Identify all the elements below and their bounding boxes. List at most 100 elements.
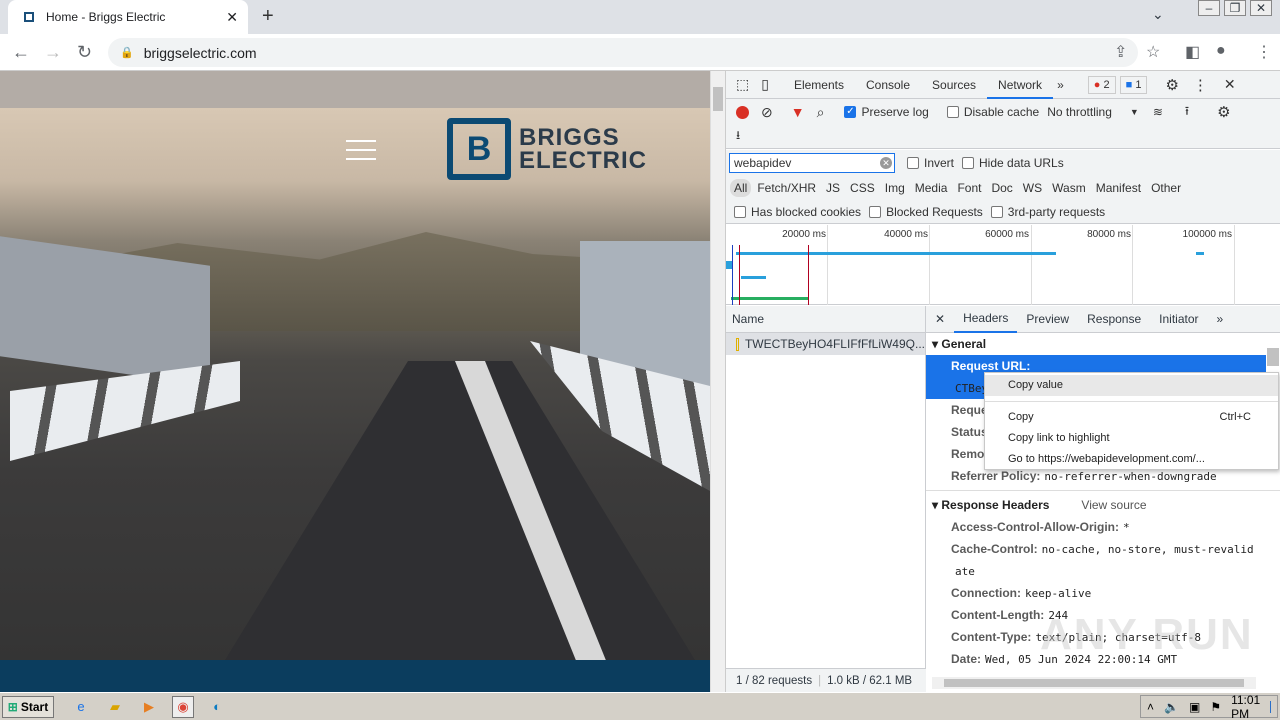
timeline-tick: 100000 ms [1182, 229, 1232, 240]
type-filter-fetch-xhr[interactable]: Fetch/XHR [753, 179, 820, 197]
throttling-select[interactable]: No throttling [1047, 105, 1112, 119]
type-filter-css[interactable]: CSS [846, 179, 879, 197]
close-details-icon[interactable]: ✕ [926, 307, 954, 332]
type-filter-ws[interactable]: WS [1019, 179, 1046, 197]
type-filter-media[interactable]: Media [911, 179, 952, 197]
hamburger-menu-icon[interactable] [346, 140, 376, 160]
close-tab-icon[interactable]: ✕ [226, 9, 238, 26]
chrome-icon[interactable]: ◉ [172, 695, 194, 718]
forward-icon[interactable]: → [44, 42, 62, 63]
tab-search-chevron-icon[interactable]: ⌄ [1152, 6, 1164, 23]
share-icon[interactable]: ⇪ [1114, 42, 1127, 62]
tab-console[interactable]: Console [855, 71, 921, 99]
favicon-icon [24, 12, 34, 22]
type-filter-img[interactable]: Img [881, 179, 909, 197]
header-row[interactable]: Cache-Control: no-cache, no-store, must-r… [926, 538, 1266, 560]
search-icon[interactable]: ⌕ [817, 104, 825, 121]
view-source-link[interactable]: View source [1081, 498, 1146, 512]
page-scrollbar[interactable] [710, 71, 725, 692]
type-filter-manifest[interactable]: Manifest [1092, 179, 1145, 197]
menu-item-copy[interactable]: Copy Ctrl+C [985, 407, 1278, 428]
type-filter-doc[interactable]: Doc [987, 179, 1016, 197]
network-conditions-icon[interactable]: ≋ [1153, 105, 1163, 119]
media-player-icon[interactable]: ▶ [138, 696, 160, 718]
network-overview-timeline[interactable]: 20000 ms 40000 ms 60000 ms 80000 ms 1000… [726, 225, 1280, 305]
details-horizontal-scrollbar[interactable] [932, 677, 1256, 689]
message-badge[interactable]: ■ 1 [1119, 75, 1148, 94]
filter-icon[interactable]: ▼ [791, 104, 805, 120]
menu-item-copy-value[interactable]: Copy value [985, 375, 1278, 396]
back-icon[interactable]: ← [12, 42, 30, 63]
header-row[interactable]: ate [926, 560, 1266, 582]
tab-preview[interactable]: Preview [1017, 307, 1078, 332]
has-blocked-cookies-checkbox[interactable] [734, 205, 746, 218]
tab-initiator[interactable]: Initiator [1150, 307, 1207, 332]
restore-button[interactable]: ❐ [1224, 0, 1246, 16]
ie-icon[interactable]: e [70, 696, 92, 718]
type-filter-font[interactable]: Font [953, 179, 985, 197]
header-row[interactable]: Access-Control-Allow-Origin: * [926, 516, 1266, 538]
type-filter-all[interactable]: All [730, 179, 752, 197]
invert-checkbox[interactable] [907, 157, 919, 169]
clear-filter-icon[interactable]: ✕ [880, 157, 892, 169]
minimize-button[interactable]: – [1198, 0, 1220, 16]
close-devtools-icon[interactable]: ✕ [1224, 76, 1236, 93]
more-tabs-icon[interactable]: » [1057, 78, 1064, 92]
filter-row: webapidev ✕ Invert Hide data URLs [726, 150, 1280, 176]
general-section-header[interactable]: ▾ General [926, 333, 1280, 355]
profile-avatar-icon[interactable]: ● [1216, 42, 1226, 60]
header-row[interactable]: Connection: keep-alive [926, 582, 1266, 604]
tab-headers[interactable]: Headers [954, 306, 1018, 333]
show-hidden-icons[interactable]: ˄ [1147, 700, 1154, 714]
preserve-log-checkbox[interactable]: ✓ [844, 106, 857, 118]
disable-cache-checkbox[interactable] [946, 106, 959, 118]
clear-icon[interactable]: ⊘ [761, 104, 773, 121]
device-toolbar-icon[interactable]: ▯ [761, 76, 769, 93]
tab-response[interactable]: Response [1078, 307, 1150, 332]
filter-input[interactable]: webapidev ✕ [729, 153, 895, 173]
flag-icon[interactable]: ⚑ [1210, 700, 1221, 714]
type-filter-other[interactable]: Other [1147, 179, 1185, 197]
bookmark-star-icon[interactable]: ☆ [1146, 42, 1160, 62]
request-row[interactable]: TWECTBeyHO4FLIFfFfLiW49Q... [726, 333, 925, 355]
kebab-menu-icon[interactable]: ⋮ [1193, 76, 1208, 94]
edge-icon[interactable]: ◐ [206, 696, 228, 718]
clock[interactable]: 11:01 PM [1231, 693, 1260, 721]
address-bar[interactable]: 🔒 briggselectric.com [108, 38, 1138, 67]
show-desktop-icon[interactable] [1270, 700, 1271, 713]
more-tabs-icon[interactable]: » [1208, 307, 1233, 332]
start-button[interactable]: ⊞ Start [2, 695, 54, 718]
type-filter-js[interactable]: JS [822, 179, 844, 197]
record-icon[interactable] [736, 105, 749, 119]
chevron-down-icon[interactable]: ▼ [1130, 107, 1139, 117]
blocked-requests-checkbox[interactable] [869, 205, 882, 218]
reload-icon[interactable]: ↻ [77, 42, 92, 63]
third-party-checkbox[interactable] [990, 205, 1003, 218]
new-tab-button[interactable]: + [262, 5, 274, 28]
explorer-folder-icon[interactable]: ▰ [104, 696, 126, 718]
side-panel-icon[interactable]: ◧ [1185, 42, 1200, 62]
menu-item-copy-link[interactable]: Copy link to highlight [985, 428, 1278, 449]
tab-network[interactable]: Network [987, 71, 1054, 99]
upload-icon[interactable]: ⭱ [1185, 102, 1189, 123]
browser-tab[interactable]: Home - Briggs Electric ✕ [8, 0, 248, 34]
inspect-element-icon[interactable]: ⬚ [736, 76, 749, 93]
detail-tabbar: ✕ Headers Preview Response Initiator » [926, 306, 1280, 333]
response-headers-section-header[interactable]: ▾ Response Headers View source [926, 494, 1280, 516]
volume-icon[interactable]: 🔈 [1164, 700, 1179, 714]
menu-item-goto[interactable]: Go to https://webapidevelopment.com/... [985, 449, 1278, 470]
menu-kebab-icon[interactable]: ⋮ [1256, 42, 1272, 62]
name-column-header[interactable]: Name [726, 306, 925, 333]
hide-data-urls-checkbox[interactable] [962, 157, 975, 169]
close-window-button[interactable]: ✕ [1250, 0, 1272, 16]
briggs-logo[interactable]: B BRIGGS ELECTRIC [447, 118, 647, 180]
network-settings-icon[interactable]: ⚙ [1217, 103, 1230, 121]
type-filter-wasm[interactable]: Wasm [1048, 179, 1090, 197]
tab-elements[interactable]: Elements [783, 71, 855, 99]
download-icon[interactable]: ⭳ [736, 126, 740, 147]
settings-gear-icon[interactable]: ⚙ [1165, 76, 1178, 94]
dom-content-loaded-line [732, 245, 733, 305]
error-badge[interactable]: ● 2 [1087, 75, 1116, 94]
network-icon[interactable]: ▣ [1189, 700, 1200, 714]
tab-sources[interactable]: Sources [921, 71, 987, 99]
